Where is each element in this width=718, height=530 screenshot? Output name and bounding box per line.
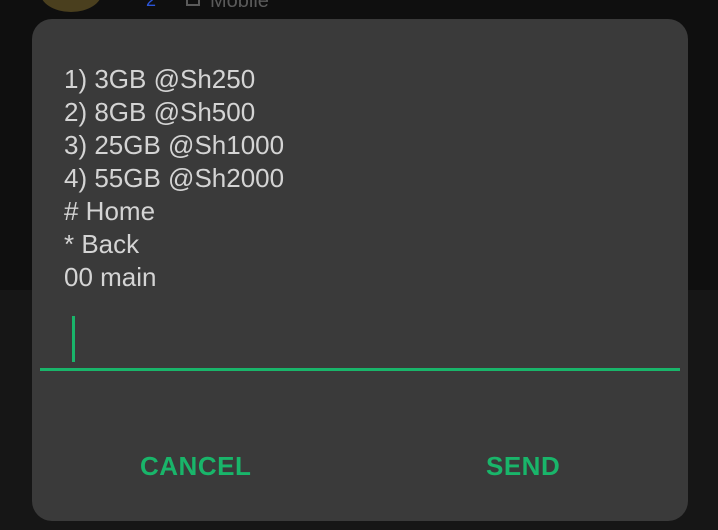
input-underline <box>40 368 680 371</box>
send-button[interactable]: SEND <box>486 451 560 482</box>
message-line: 00 main <box>64 262 157 292</box>
message-line: * Back <box>64 229 140 259</box>
message-line: 3) 25GB @Sh1000 <box>64 130 285 160</box>
sim-card-icon <box>186 0 200 6</box>
sim-slot-badge: 2 <box>146 0 157 10</box>
message-line: 1) 3GB @Sh250 <box>64 64 256 94</box>
ussd-message: 1) 3GB @Sh250 2) 8GB @Sh500 3) 25GB @Sh1… <box>64 63 284 294</box>
message-line: # Home <box>64 196 156 226</box>
background-label: Mobile <box>210 0 269 12</box>
text-cursor <box>72 316 75 362</box>
message-line: 2) 8GB @Sh500 <box>64 97 256 127</box>
cancel-button[interactable]: CANCEL <box>140 451 251 482</box>
avatar <box>40 0 102 12</box>
message-line: 4) 55GB @Sh2000 <box>64 163 285 193</box>
ussd-dialog: 1) 3GB @Sh250 2) 8GB @Sh500 3) 25GB @Sh1… <box>32 19 688 521</box>
